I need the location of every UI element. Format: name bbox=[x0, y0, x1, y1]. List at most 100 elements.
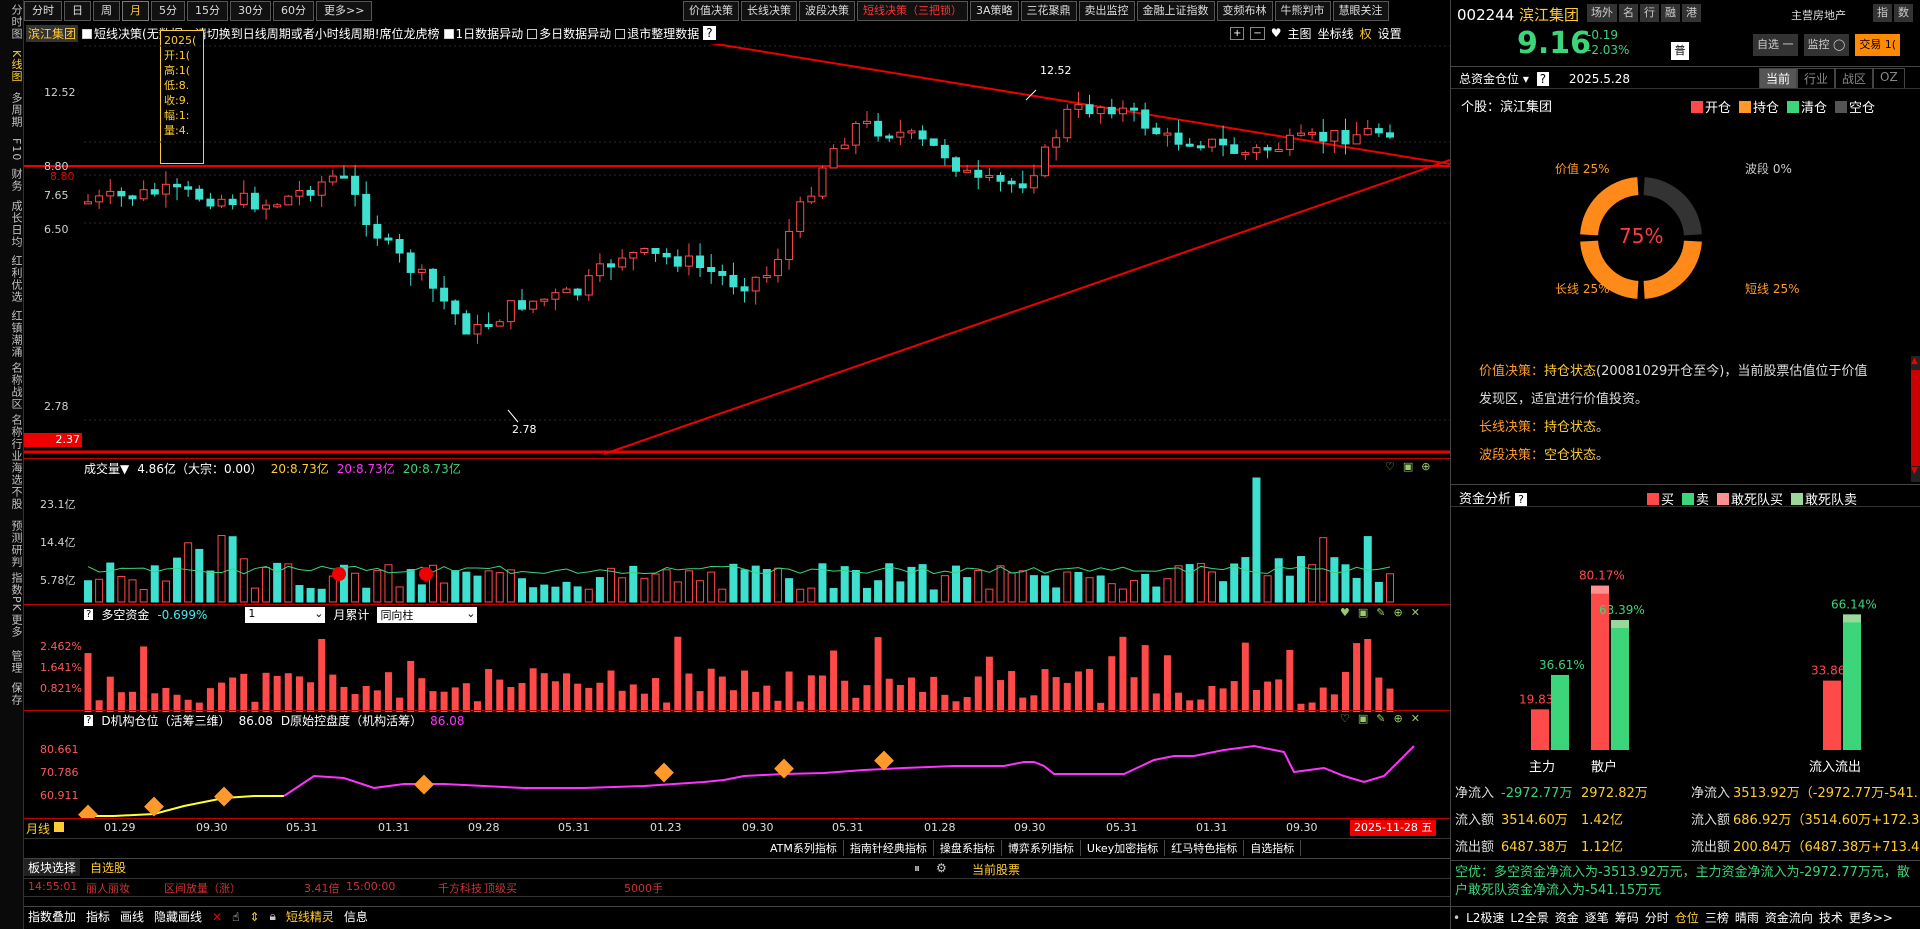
tab-decision-4[interactable]: 3A策略 bbox=[970, 1, 1019, 21]
position-tab-1[interactable]: 行业 bbox=[1797, 68, 1836, 89]
tab-current-stock[interactable]: 当前股票 bbox=[972, 861, 1020, 878]
bar-mode-select[interactable]: 同向柱 ⌄ bbox=[377, 606, 478, 623]
scroll-up-icon[interactable]: ▲ bbox=[1911, 356, 1920, 366]
rights-btn[interactable]: 权 bbox=[1360, 25, 1372, 42]
left-rail-item-10[interactable]: 海选不股 bbox=[2, 462, 23, 510]
left-rail-item-7[interactable]: 红镇潮涌 bbox=[2, 310, 23, 358]
tab-decision-9[interactable]: 牛熊判市 bbox=[1274, 1, 1331, 21]
status-tab-7[interactable]: 三榜 bbox=[1705, 909, 1729, 926]
tab-period-0[interactable]: 分时 bbox=[24, 1, 62, 21]
status-tab-11[interactable]: 更多>> bbox=[1849, 909, 1893, 926]
indicator-menu-1[interactable]: 指南针经典指标 bbox=[844, 840, 934, 856]
status-tab-5[interactable]: 分时 bbox=[1645, 909, 1669, 926]
scrollbar[interactable]: ▲ ▼ bbox=[1911, 356, 1920, 482]
stock-tag-2[interactable]: 行 bbox=[1640, 4, 1659, 22]
indicator-menu-2[interactable]: 操盘系指标 bbox=[934, 840, 1002, 856]
pin-icon[interactable]: ✎ bbox=[1376, 712, 1385, 725]
overlay-index-btn[interactable]: 指数叠加 bbox=[28, 908, 76, 925]
left-rail-item-12[interactable]: 指数PK bbox=[2, 572, 23, 612]
alert-stock-2[interactable]: 千方科技 bbox=[438, 880, 482, 896]
lock-icon[interactable]: 🔒︎ bbox=[270, 909, 276, 924]
heart-icon[interactable]: ♥ bbox=[1340, 606, 1350, 619]
axis-line-btn[interactable]: 坐标线 bbox=[1318, 25, 1354, 42]
tab-period-3[interactable]: 月 bbox=[122, 1, 149, 21]
left-rail-item-6[interactable]: 红利优选 bbox=[2, 255, 23, 303]
close-icon[interactable]: ✕ bbox=[1411, 606, 1420, 619]
stock-tag-4[interactable]: 港 bbox=[1682, 4, 1701, 22]
minus-icon[interactable]: − bbox=[1250, 26, 1265, 40]
status-tab-6[interactable]: 仓位 bbox=[1675, 909, 1699, 926]
left-rail-item-15[interactable]: 保存 bbox=[2, 682, 23, 706]
period-select[interactable]: 1 ⌄ bbox=[245, 606, 326, 623]
help-icon[interactable]: ? bbox=[703, 26, 716, 40]
dragon-list[interactable]: 席位龙虎榜 bbox=[380, 25, 440, 42]
status-tab-1[interactable]: L2全景 bbox=[1510, 909, 1548, 926]
cursor-icon[interactable]: ☝ bbox=[232, 910, 239, 924]
add-icon[interactable]: + bbox=[1230, 26, 1245, 40]
tab-period-6[interactable]: 30分 bbox=[230, 1, 271, 21]
gear-icon[interactable]: ⚙ bbox=[936, 861, 947, 875]
pause-icon[interactable]: ⏸ bbox=[914, 861, 920, 876]
position-title[interactable]: 总资金仓位 bbox=[1459, 72, 1519, 86]
indicator-menu-5[interactable]: 红马特色指标 bbox=[1165, 840, 1245, 856]
help-icon[interactable]: ? bbox=[1536, 72, 1550, 86]
info-tab[interactable]: 信息 bbox=[344, 908, 368, 925]
msg-checkbox[interactable] bbox=[82, 28, 93, 39]
status-tab-10[interactable]: 技术 bbox=[1819, 909, 1843, 926]
alert-stock-1[interactable]: 丽人丽妆 bbox=[86, 880, 130, 896]
indicator-menu-3[interactable]: 博弈系列指标 bbox=[1002, 840, 1081, 856]
zoom-icon[interactable]: ⊕ bbox=[1394, 712, 1403, 725]
left-rail-item-14[interactable]: 管理 bbox=[2, 650, 23, 674]
index-btn[interactable]: 指 bbox=[1873, 4, 1892, 22]
tab-decision-5[interactable]: 三花聚鼎 bbox=[1020, 1, 1077, 21]
institution-chart[interactable] bbox=[24, 726, 1450, 818]
position-tab-2[interactable]: 战区 bbox=[1835, 68, 1874, 89]
tab-period-8[interactable]: 更多>> bbox=[316, 1, 373, 21]
tab-decision-0[interactable]: 价值决策 bbox=[683, 1, 739, 21]
tab-decision-1[interactable]: 长线决策 bbox=[741, 1, 797, 21]
position-tab-3[interactable]: OZ bbox=[1873, 68, 1905, 89]
indicator-btn[interactable]: 指标 bbox=[86, 908, 110, 925]
number-btn[interactable]: 数 bbox=[1894, 4, 1913, 22]
left-rail-item-2[interactable]: 多周期 bbox=[2, 92, 23, 128]
tab-sector-select[interactable]: 板块选择 bbox=[24, 859, 81, 876]
draw-line-btn[interactable]: 画线 bbox=[120, 908, 144, 925]
close-icon[interactable]: ✕ bbox=[212, 910, 222, 924]
monitor-button[interactable]: 监控 ◯ bbox=[1803, 34, 1850, 56]
status-tab-8[interactable]: 晴雨 bbox=[1735, 909, 1759, 926]
indicator-menu-4[interactable]: Ukey加密指标 bbox=[1081, 840, 1166, 856]
heart-icon[interactable]: ♥ bbox=[1271, 26, 1282, 40]
hide-lines-btn[interactable]: 隐藏画线 bbox=[154, 908, 202, 925]
window-icon[interactable]: ▣ bbox=[1358, 606, 1368, 619]
tab-decision-6[interactable]: 卖出监控 bbox=[1078, 1, 1135, 21]
left-rail-item-13[interactable]: 更多 bbox=[2, 614, 23, 638]
indicator-menu-6[interactable]: 自选指标 bbox=[1244, 840, 1302, 856]
zoom-icon[interactable]: ⊕ bbox=[1394, 606, 1403, 619]
left-rail-item-3[interactable]: F10 bbox=[2, 138, 23, 161]
help-icon[interactable]: ? bbox=[1515, 493, 1527, 506]
tab-period-1[interactable]: 日 bbox=[64, 1, 91, 21]
tab-period-5[interactable]: 15分 bbox=[187, 1, 228, 21]
left-rail-item-8[interactable]: 名称战区 bbox=[2, 362, 23, 410]
main-chart-btn[interactable]: 主图 bbox=[1288, 25, 1312, 42]
status-tab-9[interactable]: 资金流向 bbox=[1765, 909, 1813, 926]
opt1-checkbox[interactable] bbox=[443, 28, 454, 39]
left-rail-item-5[interactable]: 成长日均 bbox=[2, 200, 23, 248]
heart-outline-icon[interactable]: ♡ bbox=[1340, 712, 1350, 725]
tab-watchlist[interactable]: 自选股 bbox=[90, 859, 126, 876]
left-rail-item-0[interactable]: 分时图 bbox=[2, 4, 23, 40]
tab-period-7[interactable]: 60分 bbox=[273, 1, 314, 21]
left-rail-item-11[interactable]: 预测研判 bbox=[2, 520, 23, 568]
fund-chart[interactable] bbox=[24, 622, 1450, 714]
status-tab-2[interactable]: 资金 bbox=[1555, 909, 1579, 926]
add-watchlist-button[interactable]: 自选 一 bbox=[1753, 34, 1798, 56]
left-rail-item-9[interactable]: 名称行业 bbox=[2, 414, 23, 462]
trade-button[interactable]: 交易 1( bbox=[1855, 34, 1901, 56]
short-line-elf-tab[interactable]: 短线精灵 bbox=[286, 908, 334, 925]
volume-title[interactable]: 成交量▼ bbox=[84, 460, 129, 477]
position-tab-0[interactable]: 当前 bbox=[1759, 68, 1798, 89]
tab-decision-3[interactable]: 短线决策（三把锁） bbox=[857, 1, 968, 21]
close-icon[interactable]: ✕ bbox=[1411, 712, 1420, 725]
move-icon[interactable]: ⇕ bbox=[249, 910, 259, 924]
tab-period-2[interactable]: 周 bbox=[93, 1, 120, 21]
